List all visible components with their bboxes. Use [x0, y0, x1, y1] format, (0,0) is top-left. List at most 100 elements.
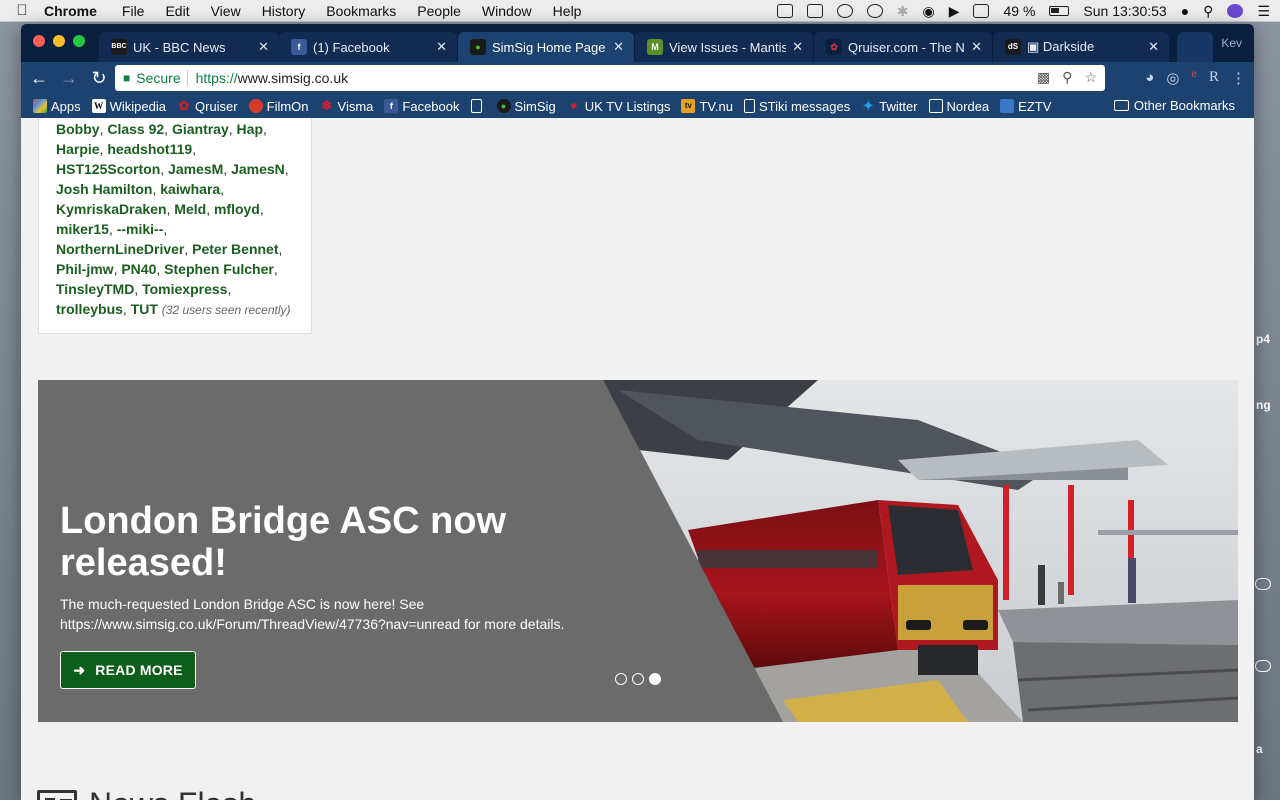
bookmark-eztv[interactable]: EZTV	[1000, 99, 1051, 114]
r-extension-icon[interactable]: R	[1209, 69, 1219, 87]
bookmark-wikipedia[interactable]: W Wikipedia	[91, 99, 166, 114]
user-link[interactable]: Hap	[237, 121, 263, 137]
bookmark-visma[interactable]: ❄ Visma	[320, 99, 373, 114]
zoom-icon[interactable]: ⚲	[1062, 69, 1072, 86]
carousel-dot-1[interactable]	[615, 673, 627, 685]
close-window-button[interactable]	[33, 35, 45, 47]
menu-help[interactable]: Help	[553, 3, 582, 19]
menu-app-name[interactable]: Chrome	[44, 3, 97, 19]
profile-name[interactable]: Kev	[1221, 36, 1242, 50]
close-tab-icon[interactable]: ✕	[258, 39, 269, 55]
notification-center-icon[interactable]: ☰	[1257, 3, 1270, 20]
user-link[interactable]: Giantray	[172, 121, 229, 137]
maximize-window-button[interactable]	[73, 35, 85, 47]
battery-icon[interactable]	[1049, 6, 1070, 16]
bluetooth-icon[interactable]: ✱	[897, 3, 909, 20]
extension-icon[interactable]: ◕	[1145, 69, 1154, 87]
sync-icon[interactable]	[836, 4, 853, 18]
user-link[interactable]: Bobby	[56, 121, 100, 137]
tab-darkside[interactable]: dS ▣ Darkside ✕	[993, 32, 1169, 62]
user-link[interactable]: KymriskaDraken	[56, 201, 167, 217]
user-link[interactable]: --miki--	[117, 221, 164, 237]
minimize-window-button[interactable]	[53, 35, 65, 47]
menu-people[interactable]: People	[417, 3, 461, 19]
user-link[interactable]: miker15	[56, 221, 109, 237]
clock[interactable]: Sun 13:30:53	[1083, 3, 1166, 19]
close-tab-icon[interactable]: ✕	[792, 39, 803, 55]
carousel-dot-3[interactable]	[649, 673, 661, 685]
lock-icon[interactable]: ■	[123, 71, 130, 85]
tab-bbc-news[interactable]: BBC UK - BBC News ✕	[99, 32, 279, 62]
bookmark-simsig[interactable]: ● SimSig	[496, 99, 556, 114]
user-link[interactable]: Josh Hamilton	[56, 181, 152, 197]
user-link[interactable]: Phil-jmw	[56, 261, 114, 277]
reload-icon[interactable]: ↻	[87, 68, 111, 89]
wifi-icon[interactable]: ◉	[922, 3, 934, 20]
user-link[interactable]: Harpie	[56, 141, 100, 157]
user-link[interactable]: kaiwhara	[160, 181, 220, 197]
user-link[interactable]: NorthernLineDriver	[56, 241, 184, 257]
address-bar[interactable]: ■ Secure https:// www.simsig.co.uk ▩ ⚲ ☆	[115, 65, 1105, 91]
tab-mantis[interactable]: M View Issues - MantisB ✕	[635, 32, 813, 62]
user-link[interactable]: Peter Bennet	[192, 241, 278, 257]
tab-qruiser[interactable]: ✿ Qruiser.com - The No ✕	[814, 32, 992, 62]
read-more-button[interactable]: ➜ READ MORE	[60, 651, 196, 689]
bookmark-star-icon[interactable]: ☆	[1084, 69, 1097, 86]
close-tab-icon[interactable]: ✕	[436, 39, 447, 55]
ebay-extension-icon[interactable]: e	[1191, 69, 1197, 87]
new-tab-button[interactable]	[1177, 32, 1213, 62]
menu-window[interactable]: Window	[482, 3, 532, 19]
menu-bookmarks[interactable]: Bookmarks	[326, 3, 396, 19]
user-link[interactable]: headshot119	[107, 141, 192, 157]
back-icon[interactable]: ←	[27, 68, 51, 89]
user-link[interactable]: HST125Scorton	[56, 161, 160, 177]
user-link[interactable]: PN40	[121, 261, 156, 277]
bookmark-filmon[interactable]: FilmOn	[248, 99, 309, 114]
url-scheme[interactable]: https://	[196, 70, 238, 86]
chrome-menu-icon[interactable]: ⋮	[1231, 69, 1246, 87]
close-tab-icon[interactable]: ✕	[971, 39, 982, 55]
close-tab-icon[interactable]: ✕	[613, 39, 624, 55]
status-h-icon[interactable]	[776, 4, 793, 18]
bookmark-untitled[interactable]	[470, 99, 486, 113]
user-icon[interactable]: ●	[1181, 3, 1189, 19]
airplay-icon[interactable]	[973, 4, 990, 18]
menu-history[interactable]: History	[262, 3, 306, 19]
tab-simsig[interactable]: ● SimSig Home Page | S ✕	[458, 32, 634, 62]
user-link[interactable]: Class 92	[107, 121, 164, 137]
time-machine-icon[interactable]	[866, 4, 883, 18]
user-link[interactable]: Tomiexpress	[142, 281, 227, 297]
bookmark-uk-tv-listings[interactable]: ♥ UK TV Listings	[567, 99, 670, 114]
forward-icon[interactable]: →	[57, 68, 81, 89]
extension-icon[interactable]: ◎	[1166, 69, 1179, 87]
siri-icon[interactable]	[1227, 4, 1244, 18]
bookmark-qruiser[interactable]: ✿ Qruiser	[177, 99, 238, 114]
menu-edit[interactable]: Edit	[165, 3, 189, 19]
bookmark-nordea[interactable]: Nordea	[928, 99, 989, 114]
user-link[interactable]: Stephen Fulcher	[164, 261, 274, 277]
carousel-dot-2[interactable]	[632, 673, 644, 685]
bookmark-stiki[interactable]: STiki messages	[743, 99, 850, 114]
user-link[interactable]: TUT	[131, 301, 158, 317]
volume-icon[interactable]: ▶	[949, 3, 960, 20]
bookmark-twitter[interactable]: ✦ Twitter	[861, 99, 918, 114]
blocked-popup-icon[interactable]: ▩	[1037, 69, 1050, 86]
other-bookmarks[interactable]: Other Bookmarks	[1113, 98, 1235, 113]
spotlight-search-icon[interactable]: ⚲	[1203, 3, 1213, 20]
menu-view[interactable]: View	[211, 3, 241, 19]
bookmark-tvnu[interactable]: tv TV.nu	[681, 99, 733, 114]
tab-facebook[interactable]: f (1) Facebook ✕	[279, 32, 457, 62]
user-link[interactable]: JamesM	[168, 161, 223, 177]
bookmark-apps[interactable]: Apps	[33, 99, 81, 114]
apple-menu-icon[interactable]: 	[0, 2, 44, 19]
close-tab-icon[interactable]: ✕	[1148, 39, 1159, 55]
user-link[interactable]: JamesN	[231, 161, 285, 177]
user-link[interactable]: TinsleyTMD	[56, 281, 134, 297]
user-link[interactable]: Meld	[174, 201, 206, 217]
url-host[interactable]: www.simsig.co.uk	[238, 70, 348, 86]
bookmark-facebook[interactable]: f Facebook	[384, 99, 460, 114]
status-window-icon[interactable]	[806, 4, 823, 18]
user-link[interactable]: mfloyd	[214, 201, 260, 217]
user-link[interactable]: trolleybus	[56, 301, 123, 317]
battery-percent[interactable]: 49 %	[1003, 3, 1035, 19]
